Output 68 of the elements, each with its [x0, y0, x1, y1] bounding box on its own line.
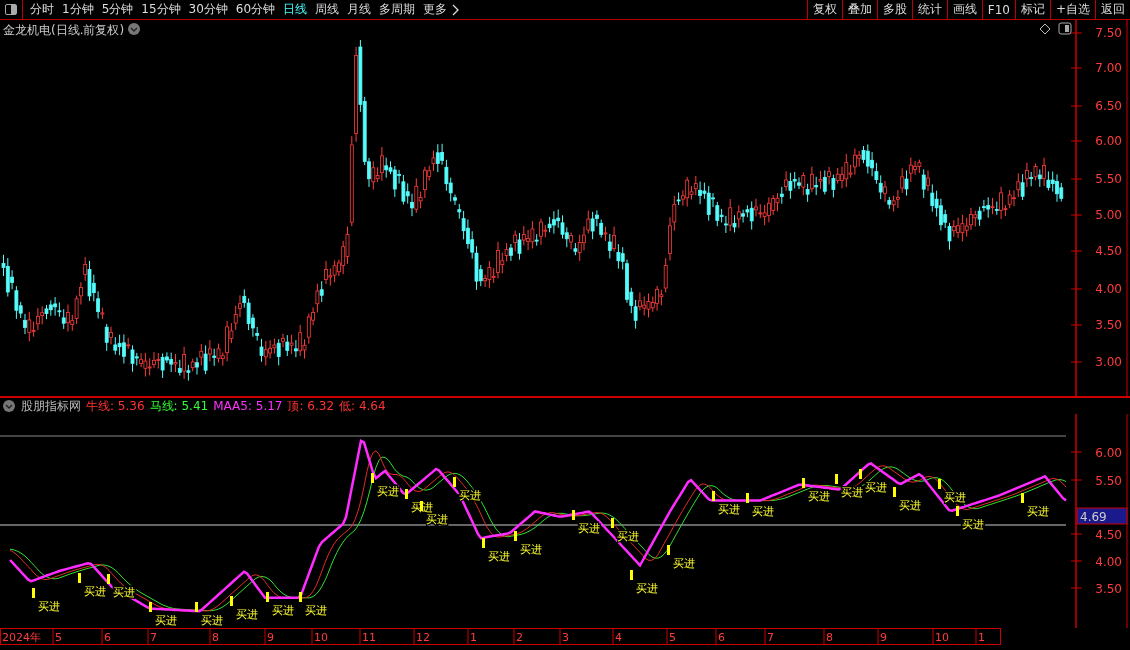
- indicator-value: MAA5: 5.17: [213, 399, 283, 413]
- indicator-axis-label: 3.50: [1095, 582, 1122, 596]
- date-axis-label: 9: [880, 631, 887, 644]
- period-tab[interactable]: 1分钟: [58, 1, 98, 18]
- collapse-icon[interactable]: [2, 399, 16, 413]
- period-tab[interactable]: 月线: [343, 1, 376, 18]
- date-axis-label: 7: [767, 631, 774, 644]
- date-axis-label: 2024年: [2, 631, 41, 644]
- date-axis-label: 2: [516, 631, 523, 644]
- date-axis-label: 11: [362, 631, 376, 644]
- toolbar-button[interactable]: 画线: [946, 0, 982, 19]
- price-axis-label: 7.50: [1095, 26, 1122, 40]
- date-axis-label: 1: [978, 631, 985, 644]
- indicator-axis-label: 4.00: [1095, 555, 1122, 569]
- period-tab[interactable]: 60分钟: [231, 1, 280, 18]
- date-axis-label: 4: [615, 631, 622, 644]
- chart-title: 金龙机电(日线.前复权): [3, 23, 125, 37]
- period-tab[interactable]: 15分钟: [137, 1, 185, 18]
- period-tab[interactable]: 多周期: [375, 1, 420, 18]
- price-axis-label: 4.00: [1095, 282, 1122, 296]
- indicator-axis-label: 6.00: [1095, 446, 1122, 460]
- period-tab[interactable]: 30分钟: [184, 1, 232, 18]
- toolbar-button[interactable]: F10: [981, 0, 1015, 19]
- period-tab[interactable]: 5分钟: [97, 1, 138, 18]
- toolbar-button[interactable]: 叠加: [841, 0, 877, 19]
- date-axis-label: 7: [150, 631, 157, 644]
- indicator-value: 马线: 5.41: [149, 397, 209, 415]
- price-axis-label: 6.00: [1095, 134, 1122, 148]
- date-axis-label: 6: [718, 631, 725, 644]
- date-axis-label: 9: [267, 631, 274, 644]
- chevron-right-icon[interactable]: [452, 3, 461, 16]
- date-axis-label: 10: [935, 631, 949, 644]
- price-axis-label: 5.50: [1095, 172, 1122, 186]
- price-axis-label: 7.00: [1095, 61, 1122, 75]
- period-tab[interactable]: 分时: [26, 1, 58, 18]
- toolbar-button[interactable]: 统计: [911, 0, 947, 19]
- price-axis-label: 6.50: [1095, 99, 1122, 113]
- indicator-axis-label: 4.50: [1095, 528, 1122, 542]
- toolbar-button[interactable]: 返回: [1095, 0, 1130, 19]
- price-axis-label: 4.50: [1095, 244, 1122, 258]
- date-axis-label: 5: [55, 631, 62, 644]
- diamond-icon[interactable]: [1039, 23, 1051, 35]
- date-axis-label: 10: [314, 631, 328, 644]
- toolbar-button[interactable]: 标记: [1014, 0, 1050, 19]
- dropdown-icon[interactable]: [128, 23, 140, 35]
- date-axis-label: 3: [562, 631, 569, 644]
- panel-toggle-icon[interactable]: [1058, 22, 1072, 35]
- price-axis-label: 3.50: [1095, 318, 1122, 332]
- toolbar-button[interactable]: +自选: [1049, 0, 1095, 19]
- period-tab[interactable]: 周线: [311, 1, 344, 18]
- date-axis-label: 8: [826, 631, 833, 644]
- date-axis-label: 5: [669, 631, 676, 644]
- indicator-name: 股朋指标网: [21, 397, 81, 415]
- price-axis-label: 3.00: [1095, 355, 1122, 369]
- indicator-value: 顶: 6.32: [287, 397, 335, 415]
- date-axis-label: 6: [104, 631, 111, 644]
- period-tab[interactable]: 日线: [279, 1, 312, 18]
- indicator-value: 牛线: 5.36: [86, 397, 145, 415]
- date-axis-label: 1: [470, 631, 477, 644]
- toolbar-button[interactable]: 复权: [806, 0, 842, 19]
- current-value-label: 4.69: [1080, 510, 1107, 524]
- toolbar-button[interactable]: 多股: [876, 0, 912, 19]
- date-axis-label: 8: [212, 631, 219, 644]
- indicator-axis-label: 5.50: [1095, 474, 1122, 488]
- indicator-value: 低: 4.64: [339, 397, 386, 415]
- period-tab[interactable]: 更多: [419, 1, 452, 18]
- date-axis-label: 12: [416, 631, 430, 644]
- price-axis-label: 5.00: [1095, 208, 1122, 222]
